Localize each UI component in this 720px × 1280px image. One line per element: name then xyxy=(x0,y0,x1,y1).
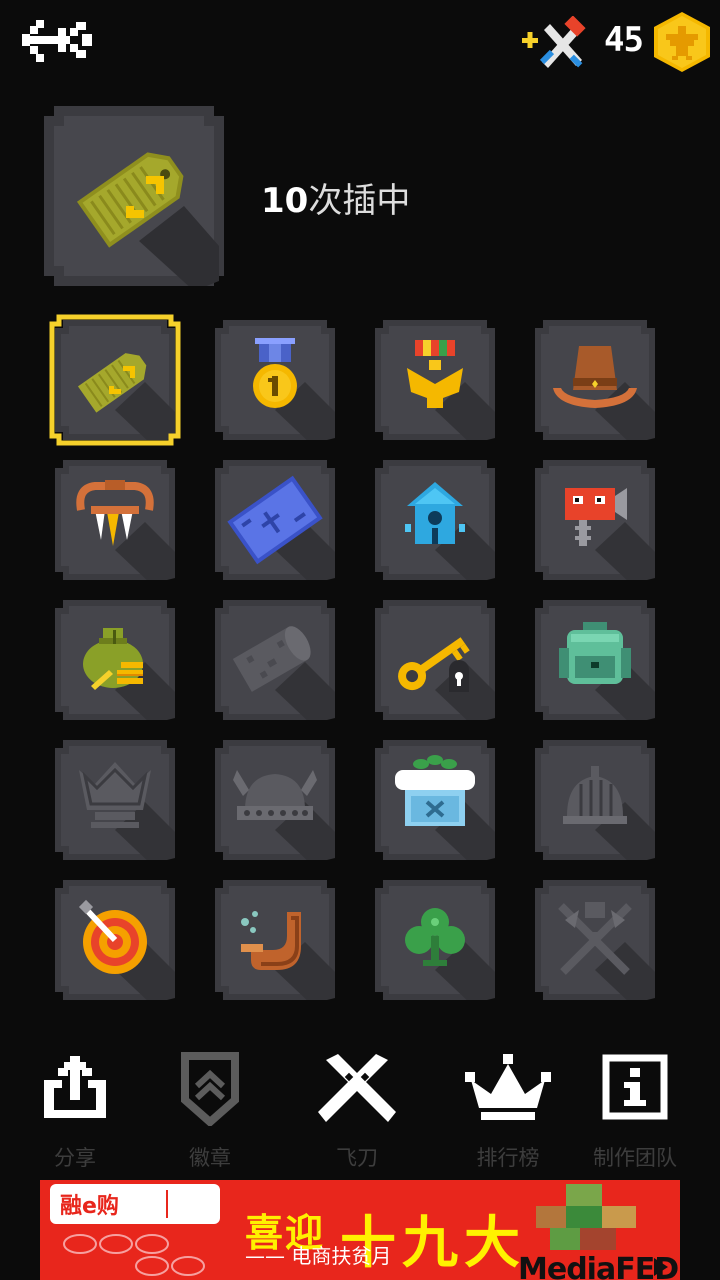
achievement-tile[interactable] xyxy=(535,880,655,1000)
achievement-tile[interactable] xyxy=(535,460,655,580)
cowboy-hat-icon xyxy=(535,320,655,440)
ad-brand: 融e购 xyxy=(60,1194,119,1219)
fang-necklace-icon xyxy=(55,460,175,580)
achievement-tile[interactable] xyxy=(55,460,175,580)
ad-play-icon xyxy=(654,1258,668,1276)
money-bag-icon xyxy=(55,600,175,720)
featured-achievement xyxy=(44,106,224,291)
achievement-label: 次插中 xyxy=(308,181,411,221)
back-arrow-icon xyxy=(22,20,92,62)
leaderboard-button[interactable]: 排行榜 xyxy=(443,1050,573,1180)
achievement-tile[interactable] xyxy=(375,460,495,580)
treasure-map-icon xyxy=(215,460,335,580)
shield-badge-icon xyxy=(181,1052,239,1126)
gold-medal-icon xyxy=(215,320,335,440)
birdhouse-icon xyxy=(375,460,495,580)
dartboard-icon xyxy=(55,880,175,1000)
backpack-icon xyxy=(535,600,655,720)
credits-label: 制作团队 xyxy=(593,1146,677,1170)
crossed-knives-icon xyxy=(318,1054,396,1122)
knife-label: 飞刀 xyxy=(336,1146,378,1170)
achievement-tile[interactable] xyxy=(535,740,655,860)
achievement-tile[interactable] xyxy=(49,314,181,446)
rank-chevron-tag-icon xyxy=(44,106,224,291)
achievement-tile[interactable] xyxy=(215,880,335,1000)
crossed-axes-locked-icon xyxy=(535,880,655,1000)
info-icon xyxy=(602,1054,668,1120)
share-label: 分享 xyxy=(54,1146,96,1170)
coin-count: 45 xyxy=(604,20,644,60)
ad-brand-box: 融e购 xyxy=(50,1184,220,1224)
knife-button[interactable]: 飞刀 xyxy=(292,1050,422,1180)
achievement-count: 10 xyxy=(261,181,309,221)
robot-camera-icon xyxy=(535,460,655,580)
share-button[interactable]: 分享 xyxy=(10,1050,140,1180)
achievement-title: 10次插中 xyxy=(261,173,410,222)
achievement-tile[interactable] xyxy=(375,740,495,860)
ad-banner[interactable]: 融e购 喜迎 十九大 —— 电商扶贫月 MediaFED xyxy=(40,1180,680,1280)
crown-locked-icon xyxy=(55,740,175,860)
achievement-tile[interactable] xyxy=(55,600,175,720)
share-icon xyxy=(44,1056,106,1118)
golden-key-icon xyxy=(375,600,495,720)
crown-icon xyxy=(465,1054,551,1120)
selection-frame xyxy=(49,314,181,446)
achievement-tile[interactable] xyxy=(375,600,495,720)
achievement-tile[interactable] xyxy=(215,600,335,720)
ad-subtitle: —— 电商扶贫月 xyxy=(245,1244,392,1268)
eagle-medal-icon xyxy=(375,320,495,440)
achievement-tile[interactable] xyxy=(535,320,655,440)
credits-button[interactable]: 制作团队 xyxy=(570,1050,700,1180)
badge-button[interactable]: 徽章 xyxy=(145,1050,275,1180)
knight-helmet-locked-icon xyxy=(535,740,655,860)
achievement-tile[interactable] xyxy=(375,880,495,1000)
leaderboard-label: 排行榜 xyxy=(476,1146,540,1170)
smoking-pipe-icon xyxy=(215,880,335,1000)
badge-label: 徽章 xyxy=(189,1146,231,1170)
gold-coin-eagle-icon xyxy=(654,12,710,72)
achievement-tile[interactable] xyxy=(215,320,335,440)
flower-shop-icon xyxy=(375,740,495,860)
achievement-tile[interactable] xyxy=(55,880,175,1000)
achievement-tile[interactable] xyxy=(215,740,335,860)
back-button[interactable] xyxy=(18,14,98,68)
achievement-tile[interactable] xyxy=(215,460,335,580)
clover-icon xyxy=(375,880,495,1000)
achievement-tile[interactable] xyxy=(375,320,495,440)
viking-helmet-locked-icon xyxy=(215,740,335,860)
achievement-tile[interactable] xyxy=(535,600,655,720)
ad-decoration xyxy=(63,1234,205,1276)
stone-log-locked-icon xyxy=(215,600,335,720)
achievement-tile[interactable] xyxy=(55,740,175,860)
add-weapons-icon[interactable] xyxy=(516,15,586,70)
